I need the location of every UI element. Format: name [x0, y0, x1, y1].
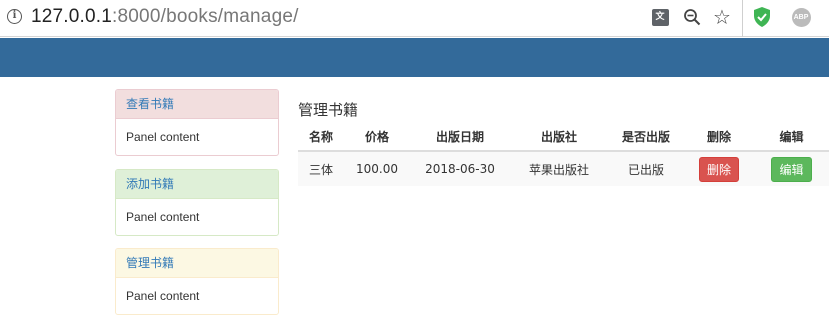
panel-manage-books: 管理书籍 Panel content	[115, 248, 279, 315]
cell-name: 三体	[298, 150, 344, 186]
cell-publisher: 苹果出版社	[510, 150, 608, 186]
zoom-out-icon[interactable]	[681, 6, 703, 28]
address-field-divider	[742, 0, 743, 37]
cell-delete: 删除	[684, 150, 754, 186]
books-table: 名称 价格 出版日期 出版社 是否出版 删除 编辑 三体 100.00 2018…	[298, 122, 829, 186]
column-header-edit: 编辑	[754, 122, 829, 152]
translate-icon[interactable]: 文	[649, 6, 671, 28]
bookmark-star-icon[interactable]: ☆	[711, 5, 733, 29]
cell-price: 100.00	[344, 150, 410, 186]
navbar	[0, 38, 829, 77]
column-header-publisher: 出版社	[510, 122, 608, 152]
shield-check-icon[interactable]	[751, 6, 773, 28]
cell-date: 2018-06-30	[410, 150, 510, 186]
browser-address-bar: i 127.0.0.1:8000/books/manage/ 文 ☆ ABP	[0, 0, 829, 37]
panel-body: Panel content	[126, 130, 200, 144]
column-header-published: 是否出版	[608, 122, 684, 152]
url-path: :8000/books/manage/	[112, 6, 299, 27]
info-icon[interactable]: i	[7, 9, 22, 24]
panel-add-book: 添加书籍 Panel content	[115, 169, 279, 236]
column-header-delete: 删除	[684, 122, 754, 152]
cell-edit: 编辑	[754, 150, 829, 186]
table-header-row: 名称 价格 出版日期 出版社 是否出版 删除 编辑	[298, 122, 829, 152]
page-title: 管理书籍	[298, 101, 359, 119]
cell-published: 已出版	[608, 150, 684, 186]
panel-heading-add-book[interactable]: 添加书籍	[116, 170, 278, 199]
panel-heading-view-books[interactable]: 查看书籍	[116, 90, 278, 119]
column-header-date: 出版日期	[410, 122, 510, 152]
column-header-name: 名称	[298, 122, 344, 152]
edit-button[interactable]: 编辑	[771, 156, 812, 182]
panel-view-books: 查看书籍 Panel content	[115, 89, 279, 156]
table-row: 三体 100.00 2018-06-30 苹果出版社 已出版 删除 编辑	[298, 150, 829, 186]
url-field[interactable]: 127.0.0.1:8000/books/manage/	[31, 4, 299, 30]
column-header-price: 价格	[344, 122, 410, 152]
adblock-plus-icon[interactable]: ABP	[790, 6, 812, 28]
panel-body: Panel content	[126, 210, 200, 224]
panel-heading-manage-books[interactable]: 管理书籍	[116, 249, 278, 278]
delete-button[interactable]: 删除	[698, 156, 739, 182]
url-host: 127.0.0.1	[31, 6, 113, 27]
